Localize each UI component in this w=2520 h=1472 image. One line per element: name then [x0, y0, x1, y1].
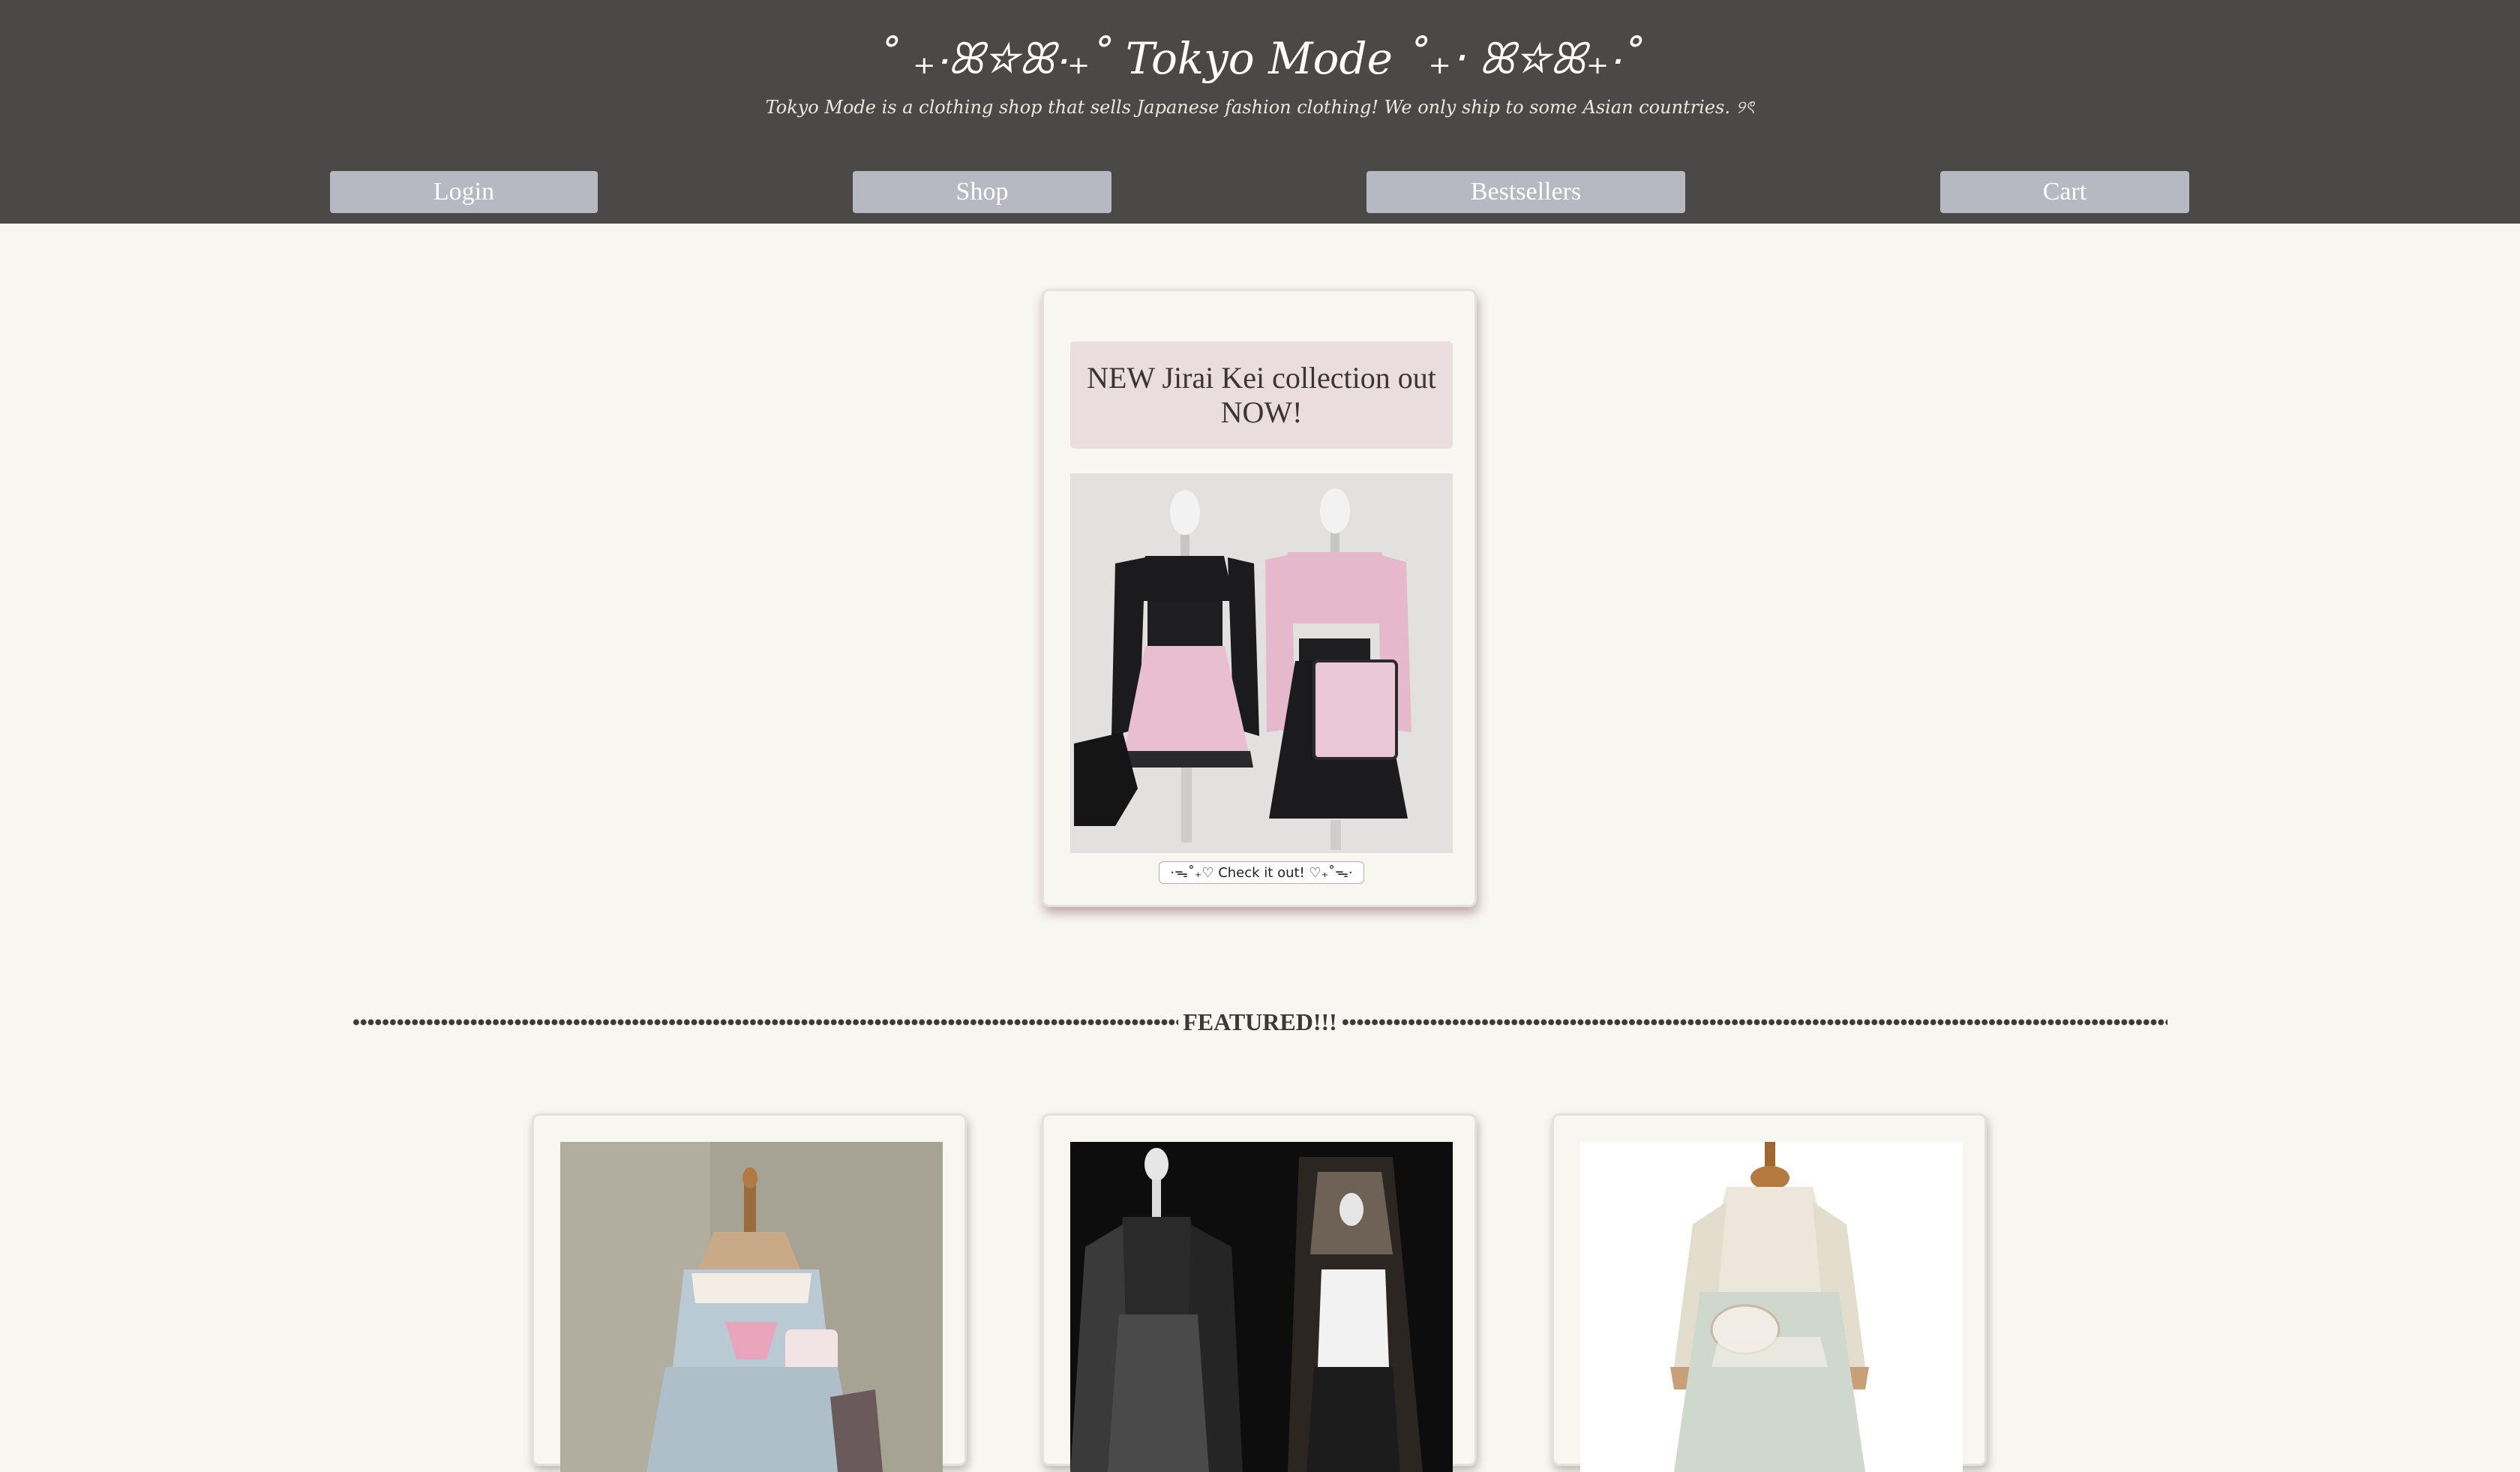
dotted-line-right [1341, 1018, 2168, 1026]
product-card[interactable] [1042, 1113, 1477, 1472]
product-image[interactable] [560, 1142, 943, 1472]
cart-button[interactable]: Cart [1940, 171, 2189, 213]
site-tagline: Tokyo Mode is a clothing shop that sells… [765, 97, 1755, 118]
product-image[interactable] [1580, 1142, 1963, 1472]
product-card[interactable] [1552, 1113, 1987, 1472]
cream-dress-photo-icon [1580, 1142, 1963, 1472]
product-card[interactable] [532, 1113, 967, 1472]
check-it-out-button[interactable]: ·ᯓ˚₊♡ Check it out! ♡₊˚ᯓ· [1159, 861, 1364, 884]
gothic-outfit-photo-icon [1070, 1142, 1453, 1472]
promo-card: NEW Jirai Kei collection out NOW! ·ᯓ˚₊♡ … [1042, 289, 1477, 907]
site-title: ˚ ₊‧ꕤ☆ꕤ‧₊˚ Tokyo Mode ˚₊‧ ꕤ☆ꕤ₊‧˚ [877, 33, 1643, 84]
pastel-dress-photo-icon [560, 1142, 943, 1472]
outfit-photo-icon [1070, 473, 1453, 853]
bestsellers-button[interactable]: Bestsellers [1366, 171, 1685, 213]
featured-heading: FEATURED!!! [1183, 1008, 1337, 1035]
featured-divider: FEATURED!!! [352, 1005, 2168, 1038]
promo-outfit-image[interactable] [1070, 473, 1453, 853]
promo-heading: NEW Jirai Kei collection out NOW! [1070, 341, 1453, 449]
shop-button[interactable]: Shop [853, 171, 1112, 213]
site-header: ˚ ₊‧ꕤ☆ꕤ‧₊˚ Tokyo Mode ˚₊‧ ꕤ☆ꕤ₊‧˚ Tokyo M… [0, 0, 2520, 224]
dotted-line-left [352, 1018, 1179, 1026]
product-image[interactable] [1070, 1142, 1453, 1472]
login-button[interactable]: Login [330, 171, 598, 213]
